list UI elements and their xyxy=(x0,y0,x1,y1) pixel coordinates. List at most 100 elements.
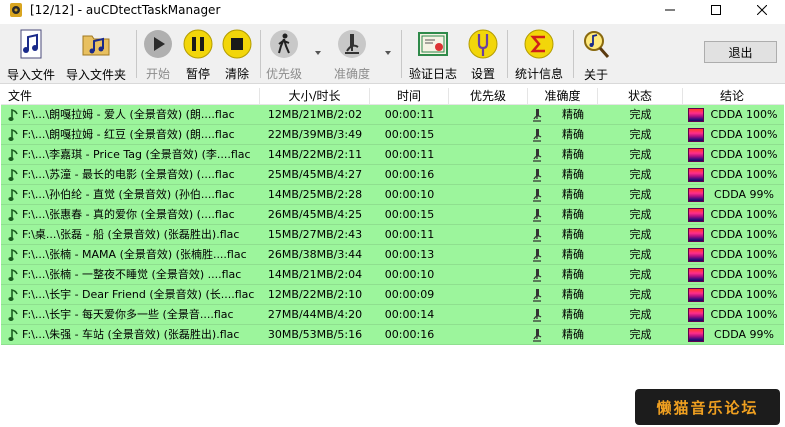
table-row[interactable]: F:\...\张楠 - 一整夜不睡觉 (全景音效) ....flac 14MB/2… xyxy=(1,265,784,285)
verdict-cell: CDDA 100% xyxy=(710,308,778,321)
size-cell: 14MB/25MB/2:28 xyxy=(267,188,363,201)
priority-label: 优先级 xyxy=(265,67,302,81)
verdict-cell: CDDA 99% xyxy=(714,188,774,201)
maximize-button[interactable] xyxy=(693,0,739,20)
play-icon xyxy=(144,29,172,58)
certificate-icon xyxy=(418,31,448,56)
time-cell: 00:00:13 xyxy=(384,248,435,261)
priority-cell xyxy=(449,145,528,165)
music-note-icon xyxy=(8,188,18,201)
verdict-cell: CDDA 100% xyxy=(710,108,778,121)
tuning-fork-icon xyxy=(468,29,498,58)
table-row[interactable]: F:\...\孙伯纶 - 直觉 (全景音效) (孙伯....flac 14MB/2… xyxy=(1,185,784,205)
close-button[interactable] xyxy=(739,0,785,20)
status-cell: 完成 xyxy=(629,168,652,181)
spectrum-icon xyxy=(688,308,704,322)
priority-cell xyxy=(449,165,528,185)
toolbar: 导入文件 导入文件夹 开始 暂停 清除 优先级 准确度 验证日志 设置 统计信息… xyxy=(0,24,785,84)
time-cell: 00:00:11 xyxy=(384,228,435,241)
table-row[interactable]: F:\...\朗嘎拉姆 - 爱人 (全景音效) (朗....flac 12MB/2… xyxy=(1,105,784,125)
accuracy-cell: 精确 xyxy=(562,108,584,121)
column-header-status[interactable]: 状态 xyxy=(598,88,683,105)
time-cell: 00:00:09 xyxy=(384,288,435,301)
stop-icon xyxy=(222,29,252,58)
priority-button[interactable]: 优先级 xyxy=(264,28,304,82)
minimize-button[interactable] xyxy=(647,0,693,20)
table-row[interactable]: F:\...\长宇 - Dear Friend (全景音效) (长....fla… xyxy=(1,285,784,305)
column-header-accuracy[interactable]: 准确度 xyxy=(528,88,598,105)
import-file-button[interactable]: 导入文件 xyxy=(6,28,56,82)
priority-cell xyxy=(449,325,528,345)
file-cell: F:\...\李嘉琪 - Price Tag (全景音效) (李....flac xyxy=(22,148,251,161)
accuracy-cell: 精确 xyxy=(562,168,584,181)
exit-button[interactable]: 退出 xyxy=(704,41,777,63)
priority-dropdown-arrow[interactable] xyxy=(315,51,321,55)
table-row[interactable]: F:\...\李嘉琪 - Price Tag (全景音效) (李....flac… xyxy=(1,145,784,165)
magnifier-note-icon xyxy=(584,31,610,58)
accuracy-cell: 精确 xyxy=(562,288,584,301)
microscope-small-icon xyxy=(533,129,542,142)
settings-button[interactable]: 设置 xyxy=(467,28,499,82)
table-row[interactable]: F:\...\张楠 - MAMA (全景音效) (张楠胜....flac 26MB… xyxy=(1,245,784,265)
sigma-icon xyxy=(524,29,554,58)
accuracy-button[interactable]: 准确度 xyxy=(332,28,372,82)
verify-log-label: 验证日志 xyxy=(408,67,457,81)
priority-cell xyxy=(449,105,528,125)
music-note-icon xyxy=(8,108,18,121)
file-cell: F:\...\张惠春 - 真的爱你 (全景音效) (....flac xyxy=(22,208,235,221)
time-cell: 00:00:16 xyxy=(384,328,435,341)
walking-person-icon xyxy=(270,29,298,58)
statistics-label: 统计信息 xyxy=(514,67,563,81)
import-folder-button[interactable]: 导入文件夹 xyxy=(64,28,128,82)
status-cell: 完成 xyxy=(629,128,652,141)
table-row[interactable]: F:\...\张惠春 - 真的爱你 (全景音效) (....flac 26MB/4… xyxy=(1,205,784,225)
accuracy-cell: 精确 xyxy=(562,148,584,161)
column-header-size[interactable]: 大小/时长 xyxy=(260,88,370,105)
spectrum-icon xyxy=(688,288,704,302)
file-cell: F:\...\朗嘎拉姆 - 红豆 (全景音效) (朗....flac xyxy=(22,128,235,141)
clear-label: 清除 xyxy=(224,67,249,81)
table-row[interactable]: F:\桌...\张磊 - 船 (全景音效) (张磊胜出).flac 15MB/27… xyxy=(1,225,784,245)
size-cell: 12MB/22MB/2:10 xyxy=(267,288,363,301)
status-cell: 完成 xyxy=(629,188,652,201)
accuracy-cell: 精确 xyxy=(562,308,584,321)
verdict-cell: CDDA 100% xyxy=(710,228,778,241)
verify-log-button[interactable]: 验证日志 xyxy=(408,28,458,82)
size-cell: 15MB/27MB/2:43 xyxy=(267,228,363,241)
size-cell: 14MB/22MB/2:11 xyxy=(267,148,363,161)
microscope-small-icon xyxy=(533,329,542,342)
file-cell: F:\桌...\张磊 - 船 (全景音效) (张磊胜出).flac xyxy=(22,228,240,241)
about-button[interactable]: 关于 xyxy=(581,28,611,82)
accuracy-cell: 精确 xyxy=(562,188,584,201)
music-note-icon xyxy=(8,208,18,221)
pause-button[interactable]: 暂停 xyxy=(182,28,214,82)
window-title: [12/12] - auCDtectTaskManager xyxy=(30,3,221,17)
title-bar: [12/12] - auCDtectTaskManager xyxy=(0,0,785,20)
size-cell: 30MB/53MB/5:16 xyxy=(267,328,363,341)
start-label: 开始 xyxy=(145,67,170,81)
priority-cell xyxy=(449,245,528,265)
spectrum-icon xyxy=(688,148,704,162)
table-row[interactable]: F:\...\苏潼 - 最长的电影 (全景音效) (....flac 25MB/4… xyxy=(1,165,784,185)
music-note-icon xyxy=(8,308,18,321)
accuracy-dropdown-arrow[interactable] xyxy=(385,51,391,55)
column-header-file[interactable]: 文件 xyxy=(1,88,260,105)
status-cell: 完成 xyxy=(629,288,652,301)
music-note-icon xyxy=(8,168,18,181)
microscope-small-icon xyxy=(533,109,542,122)
start-button[interactable]: 开始 xyxy=(142,28,174,82)
table-row[interactable]: F:\...\朱强 - 车站 (全景音效) (张磊胜出).flac 30MB/53… xyxy=(1,325,784,345)
size-cell: 27MB/44MB/4:20 xyxy=(267,308,363,321)
table-row[interactable]: F:\...\长宇 - 每天爱你多一些 (全景音....flac 27MB/44M… xyxy=(1,305,784,325)
microscope-small-icon xyxy=(533,269,542,282)
time-cell: 00:00:10 xyxy=(384,268,435,281)
microscope-small-icon xyxy=(533,149,542,162)
column-header-verdict[interactable]: 结论 xyxy=(683,88,781,105)
status-cell: 完成 xyxy=(629,148,652,161)
music-note-icon xyxy=(8,148,18,161)
column-header-priority[interactable]: 优先级 xyxy=(449,88,528,105)
statistics-button[interactable]: 统计信息 xyxy=(514,28,564,82)
table-row[interactable]: F:\...\朗嘎拉姆 - 红豆 (全景音效) (朗....flac 22MB/3… xyxy=(1,125,784,145)
column-header-time[interactable]: 时间 xyxy=(370,88,449,105)
clear-button[interactable]: 清除 xyxy=(221,28,253,82)
